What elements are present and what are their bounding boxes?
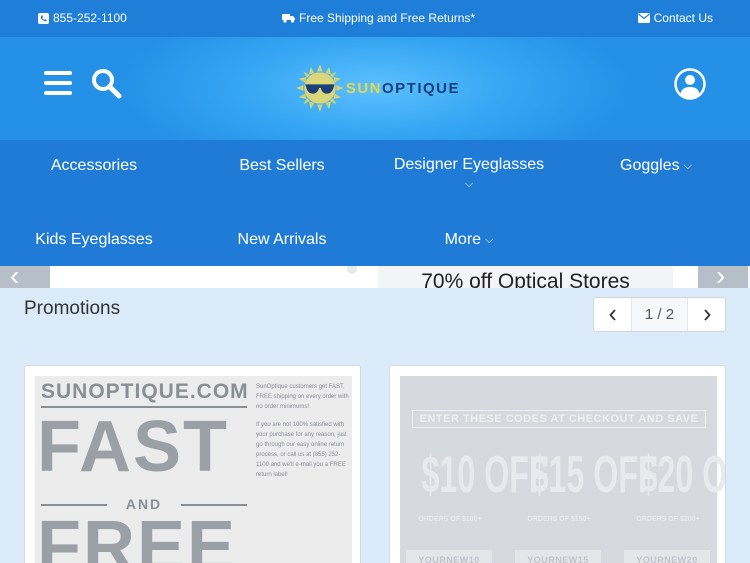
chevron-down-icon: ⌵ [464, 178, 474, 190]
shipping-text: Free Shipping and Free Returns* [299, 11, 476, 25]
hero-slider: 70% off Optical Stores ‹ › [0, 266, 750, 288]
promo-fast-text: FAST [37, 407, 230, 487]
chevron-right-icon[interactable]: › [698, 266, 748, 288]
site-header: SUNOPTIQUE [0, 37, 750, 140]
chevron-left-icon[interactable]: ‹ [0, 266, 50, 288]
promotions-title: Promotions [24, 298, 121, 319]
site-logo[interactable]: SUNOPTIQUE [296, 62, 460, 114]
nav-item-accessories[interactable]: Accessories [0, 157, 188, 175]
shipping-link[interactable]: Free Shipping and Free Returns* [282, 11, 475, 25]
pager-prev-button[interactable] [594, 298, 631, 331]
promo-card-free-shipping[interactable]: SUNOPTIQUE.COM FAST AND FREE SunOptique … [24, 365, 361, 563]
menu-icon[interactable] [44, 71, 72, 95]
phone-number: 855-252-1100 [53, 11, 127, 25]
contact-text: Contact Us [653, 11, 713, 25]
nav-item-kids-eyeglasses[interactable]: Kids Eyeglasses [0, 231, 188, 249]
phone-icon [38, 12, 49, 24]
nav-item-designer-eyeglasses[interactable]: Designer Eyeglasses ⌵ [375, 156, 563, 191]
top-bar: 855-252-1100 Free Shipping and Free Retu… [0, 0, 750, 37]
chevron-down-icon: ⌵ [485, 234, 494, 246]
contact-link[interactable]: Contact Us [637, 11, 713, 25]
promo-code-15: YOURNEW15 [515, 550, 601, 563]
nav-item-goggles[interactable]: Goggles ⌵ [562, 157, 750, 175]
logo-wordmark: SUNOPTIQUE [345, 79, 460, 97]
promo-codes-heading: ENTER THESE CODES AT CHECKOUT AND SAVE [412, 410, 706, 428]
nav-item-more[interactable]: More ⌵ [375, 231, 563, 249]
nav-item-new-arrivals[interactable]: New Arrivals [188, 231, 376, 249]
sun-sunglasses-logo-icon [296, 64, 344, 112]
promo-image-free-shipping: SUNOPTIQUE.COM FAST AND FREE SunOptique … [35, 376, 352, 563]
user-icon[interactable] [673, 67, 707, 101]
main-nav: Accessories Best Sellers Designer Eyegla… [0, 140, 750, 266]
promo-copy: SunOptique customers get FAST, FREE ship… [256, 384, 349, 478]
envelope-icon [637, 13, 650, 23]
promotions-pager: 1 / 2 [593, 297, 726, 332]
offer-15: $15 OFF ORDERS OF $150+ [527, 446, 658, 523]
promo-free-text: FREE [37, 507, 238, 563]
search-icon[interactable] [90, 67, 124, 101]
promo-image-discount-codes: ENTER THESE CODES AT CHECKOUT AND SAVE $… [400, 376, 726, 563]
truck-icon [282, 14, 295, 23]
phone-link[interactable]: 855-252-1100 [38, 11, 127, 25]
offer-10: $10 OFF ORDERS OF $100+ [418, 446, 549, 523]
chevron-right-icon [703, 308, 711, 321]
pager-next-button[interactable] [688, 298, 725, 331]
chevron-left-icon [608, 308, 616, 321]
promo-code-10: YOURNEW10 [406, 550, 492, 563]
chevron-down-icon: ⌵ [683, 160, 692, 172]
nav-item-best-sellers[interactable]: Best Sellers [188, 157, 376, 175]
offer-20: $20 OFF ORDERS OF $200+ [636, 446, 726, 523]
promo-site-name: SUNOPTIQUE.COM [41, 380, 249, 403]
pager-count: 1 / 2 [631, 298, 688, 331]
slide-caption: 70% off Optical Stores [378, 266, 673, 288]
promo-code-20: YOURNEW20 [624, 550, 710, 563]
promo-card-discount-codes[interactable]: ENTER THESE CODES AT CHECKOUT AND SAVE $… [389, 365, 726, 563]
